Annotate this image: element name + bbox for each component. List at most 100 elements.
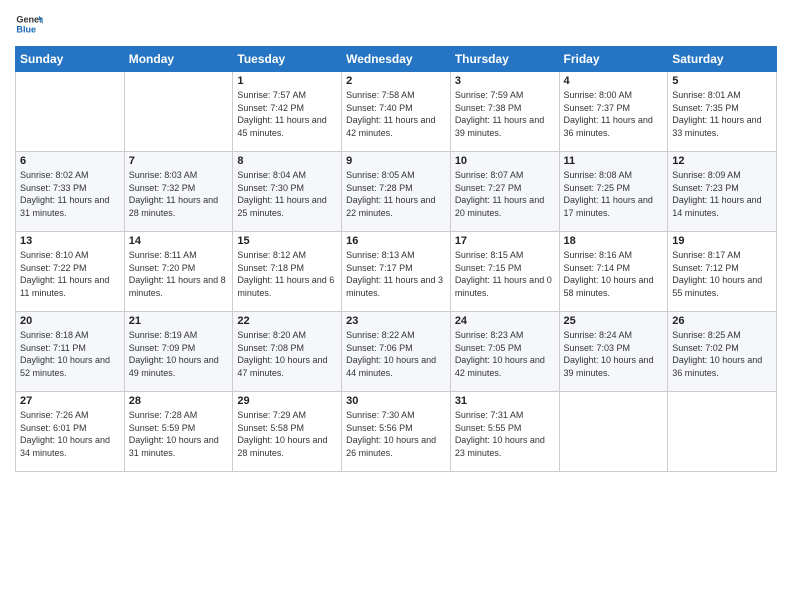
day-info: Sunrise: 8:22 AMSunset: 7:06 PMDaylight:… <box>346 329 446 379</box>
day-number: 29 <box>237 395 337 407</box>
col-header-wednesday: Wednesday <box>342 47 451 72</box>
calendar-cell: 10Sunrise: 8:07 AMSunset: 7:27 PMDayligh… <box>450 152 559 232</box>
day-info: Sunrise: 8:15 AMSunset: 7:15 PMDaylight:… <box>455 249 555 299</box>
day-info: Sunrise: 8:01 AMSunset: 7:35 PMDaylight:… <box>672 89 772 139</box>
day-info: Sunrise: 8:03 AMSunset: 7:32 PMDaylight:… <box>129 169 229 219</box>
calendar-cell <box>559 392 668 472</box>
day-number: 30 <box>346 395 446 407</box>
day-info: Sunrise: 8:13 AMSunset: 7:17 PMDaylight:… <box>346 249 446 299</box>
calendar-cell: 27 Sunrise: 7:26 AMSunset: 6:01 PMDayligh… <box>16 392 125 472</box>
day-number: 27 <box>20 395 120 407</box>
calendar-cell: 13 Sunrise: 8:10 AMSunset: 7:22 PMDayligh… <box>16 232 125 312</box>
day-number: 8 <box>237 155 337 167</box>
day-number: 21 <box>129 315 229 327</box>
day-info: Sunrise: 8:23 AMSunset: 7:05 PMDaylight:… <box>455 329 555 379</box>
day-number: 3 <box>455 75 555 87</box>
calendar-cell: 12 Sunrise: 8:09 AMSunset: 7:23 PMDayligh… <box>668 152 777 232</box>
calendar-body: 1Sunrise: 7:57 AMSunset: 7:42 PMDaylight… <box>16 72 777 472</box>
day-number: 9 <box>346 155 446 167</box>
calendar-cell: 31Sunrise: 7:31 AMSunset: 5:55 PMDayligh… <box>450 392 559 472</box>
week-row-4: 20 Sunrise: 8:18 AMSunset: 7:11 PMDayligh… <box>16 312 777 392</box>
col-header-friday: Friday <box>559 47 668 72</box>
day-number: 11 <box>564 155 664 167</box>
week-row-1: 1Sunrise: 7:57 AMSunset: 7:42 PMDaylight… <box>16 72 777 152</box>
col-header-monday: Monday <box>124 47 233 72</box>
calendar-cell: 29 Sunrise: 7:29 AMSunset: 5:58 PMDayligh… <box>233 392 342 472</box>
day-number: 4 <box>564 75 664 87</box>
day-number: 19 <box>672 235 772 247</box>
calendar-cell: 8 Sunrise: 8:04 AMSunset: 7:30 PMDaylight… <box>233 152 342 232</box>
day-info: Sunrise: 8:04 AMSunset: 7:30 PMDaylight:… <box>237 169 337 219</box>
col-header-tuesday: Tuesday <box>233 47 342 72</box>
calendar-cell: 2 Sunrise: 7:58 AMSunset: 7:40 PMDaylight… <box>342 72 451 152</box>
day-info: Sunrise: 8:05 AMSunset: 7:28 PMDaylight:… <box>346 169 446 219</box>
calendar-header-row: SundayMondayTuesdayWednesdayThursdayFrid… <box>16 47 777 72</box>
day-info: Sunrise: 7:28 AMSunset: 5:59 PMDaylight:… <box>129 409 229 459</box>
day-number: 24 <box>455 315 555 327</box>
page: General Blue SundayMondayTuesdayWednesda… <box>0 0 792 612</box>
day-number: 2 <box>346 75 446 87</box>
calendar-cell: 26 Sunrise: 8:25 AMSunset: 7:02 PMDayligh… <box>668 312 777 392</box>
calendar-cell: 7Sunrise: 8:03 AMSunset: 7:32 PMDaylight… <box>124 152 233 232</box>
calendar-cell: 11 Sunrise: 8:08 AMSunset: 7:25 PMDayligh… <box>559 152 668 232</box>
calendar-cell: 9 Sunrise: 8:05 AMSunset: 7:28 PMDaylight… <box>342 152 451 232</box>
day-info: Sunrise: 8:12 AMSunset: 7:18 PMDaylight:… <box>237 249 337 299</box>
header: General Blue <box>15 10 777 38</box>
calendar-cell <box>668 392 777 472</box>
calendar-cell: 17 Sunrise: 8:15 AMSunset: 7:15 PMDayligh… <box>450 232 559 312</box>
calendar-cell: 23 Sunrise: 8:22 AMSunset: 7:06 PMDayligh… <box>342 312 451 392</box>
day-info: Sunrise: 8:19 AMSunset: 7:09 PMDaylight:… <box>129 329 229 379</box>
day-info: Sunrise: 8:10 AMSunset: 7:22 PMDaylight:… <box>20 249 120 299</box>
svg-text:Blue: Blue <box>16 24 36 34</box>
calendar-cell: 14 Sunrise: 8:11 AMSunset: 7:20 PMDayligh… <box>124 232 233 312</box>
day-info: Sunrise: 8:11 AMSunset: 7:20 PMDaylight:… <box>129 249 229 299</box>
calendar-cell <box>124 72 233 152</box>
day-info: Sunrise: 8:25 AMSunset: 7:02 PMDaylight:… <box>672 329 772 379</box>
calendar-cell: 16 Sunrise: 8:13 AMSunset: 7:17 PMDayligh… <box>342 232 451 312</box>
calendar-cell: 28 Sunrise: 7:28 AMSunset: 5:59 PMDayligh… <box>124 392 233 472</box>
day-number: 13 <box>20 235 120 247</box>
day-number: 15 <box>237 235 337 247</box>
calendar-cell: 15 Sunrise: 8:12 AMSunset: 7:18 PMDayligh… <box>233 232 342 312</box>
day-number: 16 <box>346 235 446 247</box>
day-number: 31 <box>455 395 555 407</box>
day-info: Sunrise: 8:20 AMSunset: 7:08 PMDaylight:… <box>237 329 337 379</box>
calendar-cell: 25 Sunrise: 8:24 AMSunset: 7:03 PMDayligh… <box>559 312 668 392</box>
col-header-thursday: Thursday <box>450 47 559 72</box>
calendar-cell: 30Sunrise: 7:30 AMSunset: 5:56 PMDayligh… <box>342 392 451 472</box>
calendar-cell: 19 Sunrise: 8:17 AMSunset: 7:12 PMDayligh… <box>668 232 777 312</box>
week-row-5: 27 Sunrise: 7:26 AMSunset: 6:01 PMDayligh… <box>16 392 777 472</box>
day-info: Sunrise: 8:09 AMSunset: 7:23 PMDaylight:… <box>672 169 772 219</box>
day-info: Sunrise: 8:16 AMSunset: 7:14 PMDaylight:… <box>564 249 664 299</box>
day-number: 22 <box>237 315 337 327</box>
day-info: Sunrise: 7:29 AMSunset: 5:58 PMDaylight:… <box>237 409 337 459</box>
day-number: 14 <box>129 235 229 247</box>
logo-icon: General Blue <box>15 10 43 38</box>
day-info: Sunrise: 8:08 AMSunset: 7:25 PMDaylight:… <box>564 169 664 219</box>
day-number: 18 <box>564 235 664 247</box>
day-info: Sunrise: 8:18 AMSunset: 7:11 PMDaylight:… <box>20 329 120 379</box>
day-info: Sunrise: 7:58 AMSunset: 7:40 PMDaylight:… <box>346 89 446 139</box>
col-header-sunday: Sunday <box>16 47 125 72</box>
day-number: 28 <box>129 395 229 407</box>
day-info: Sunrise: 8:02 AMSunset: 7:33 PMDaylight:… <box>20 169 120 219</box>
day-info: Sunrise: 8:17 AMSunset: 7:12 PMDaylight:… <box>672 249 772 299</box>
day-info: Sunrise: 7:57 AMSunset: 7:42 PMDaylight:… <box>237 89 337 139</box>
day-info: Sunrise: 7:59 AMSunset: 7:38 PMDaylight:… <box>455 89 555 139</box>
calendar-cell: 6Sunrise: 8:02 AMSunset: 7:33 PMDaylight… <box>16 152 125 232</box>
day-number: 17 <box>455 235 555 247</box>
calendar-table: SundayMondayTuesdayWednesdayThursdayFrid… <box>15 46 777 472</box>
day-info: Sunrise: 8:00 AMSunset: 7:37 PMDaylight:… <box>564 89 664 139</box>
day-number: 23 <box>346 315 446 327</box>
day-number: 25 <box>564 315 664 327</box>
calendar-cell: 22 Sunrise: 8:20 AMSunset: 7:08 PMDayligh… <box>233 312 342 392</box>
week-row-3: 13 Sunrise: 8:10 AMSunset: 7:22 PMDayligh… <box>16 232 777 312</box>
day-number: 26 <box>672 315 772 327</box>
day-number: 20 <box>20 315 120 327</box>
logo: General Blue <box>15 10 43 38</box>
day-info: Sunrise: 8:24 AMSunset: 7:03 PMDaylight:… <box>564 329 664 379</box>
day-number: 12 <box>672 155 772 167</box>
calendar-cell: 24 Sunrise: 8:23 AMSunset: 7:05 PMDayligh… <box>450 312 559 392</box>
day-info: Sunrise: 7:26 AMSunset: 6:01 PMDaylight:… <box>20 409 120 459</box>
calendar-cell: 20 Sunrise: 8:18 AMSunset: 7:11 PMDayligh… <box>16 312 125 392</box>
